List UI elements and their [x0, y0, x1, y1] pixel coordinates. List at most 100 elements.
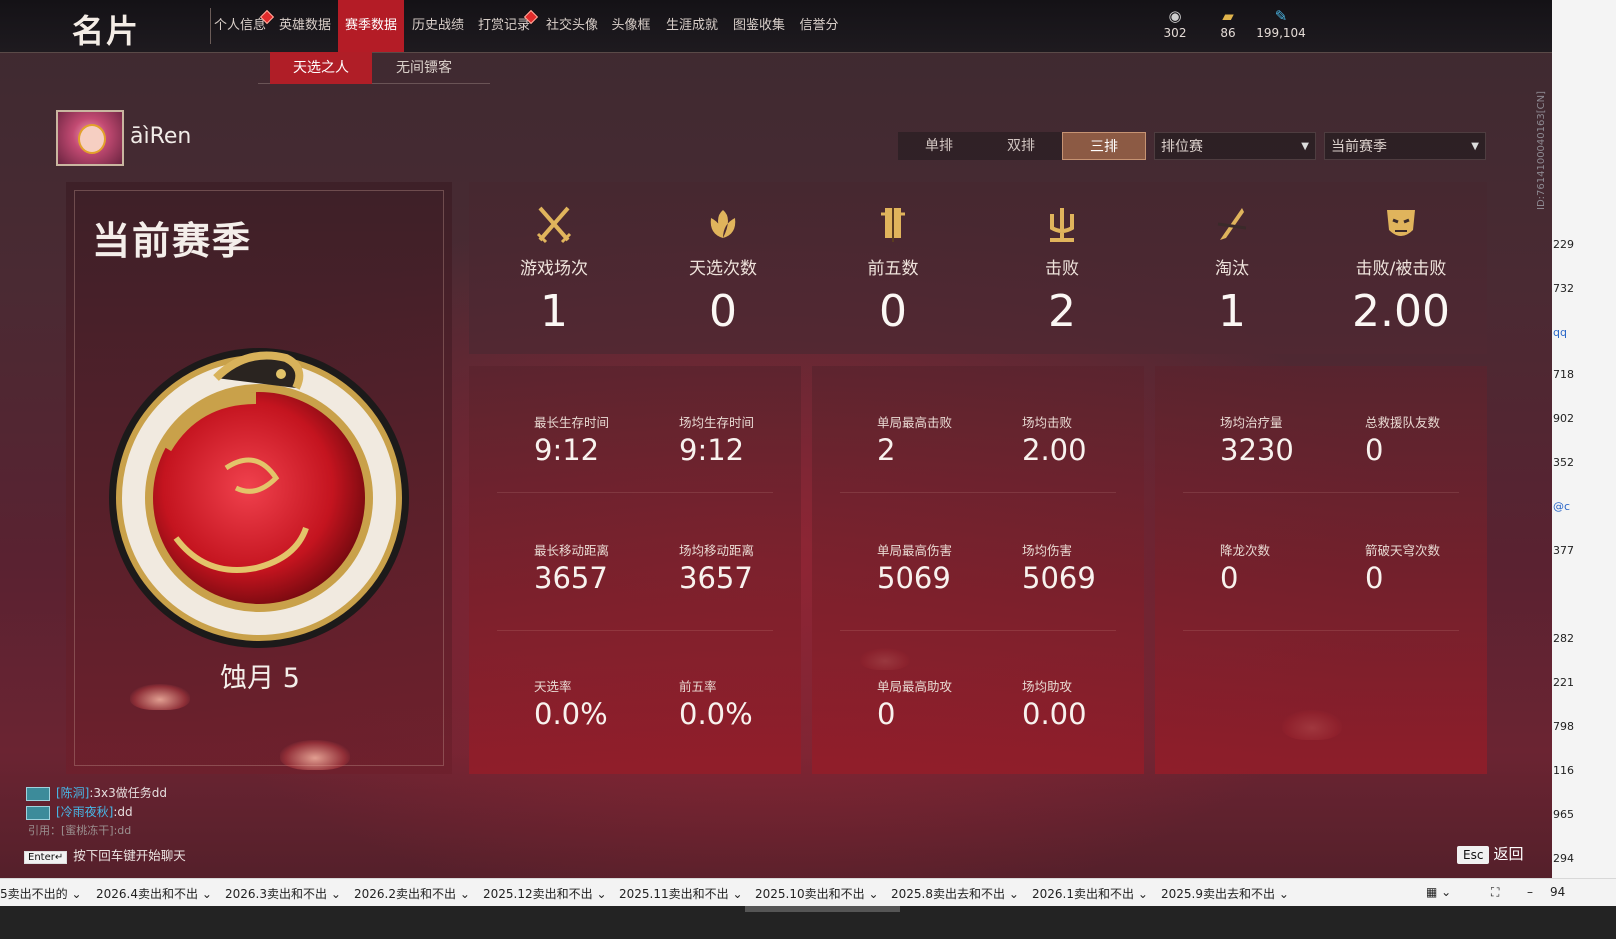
sheet-tab-label: 5卖出不出的	[0, 887, 68, 901]
horizontal-scrollbar[interactable]	[745, 906, 900, 912]
background-text: 229	[1553, 238, 1574, 251]
feather-icon: ✎	[1274, 7, 1288, 25]
chevron-down-icon: ⌄	[732, 887, 743, 901]
stat-value: 0	[879, 286, 907, 337]
detail-value: 2.00	[1022, 433, 1087, 467]
sheet-tab[interactable]: 2026.2卖出和不出 ⌄	[354, 885, 470, 902]
season-title: 当前赛季	[92, 219, 253, 263]
player-id-text: ID:7614100040163[CN]	[1536, 91, 1547, 210]
chat-text: :3x3做任务dd	[89, 786, 168, 800]
fullscreen-icon[interactable]: ⛶	[1491, 885, 1499, 900]
lotus-crest-icon	[710, 210, 736, 238]
chevron-down-icon: ⌄	[868, 887, 879, 901]
coin-icon: ◉	[1168, 7, 1182, 25]
chat-sender[interactable]: [陈洞]	[56, 786, 89, 800]
avatar[interactable]	[56, 110, 124, 166]
row-divider	[497, 492, 773, 493]
subtab-chosen-one[interactable]: 天选之人	[270, 52, 372, 84]
tab-label: 生涯成就	[665, 18, 718, 33]
sheet-tab[interactable]: 2026.3卖出和不出 ⌄	[225, 885, 341, 902]
sheet-tab[interactable]: 2025.11卖出和不出 ⌄	[619, 885, 743, 902]
background-text: 282	[1553, 632, 1574, 645]
stat-value: 2.00	[1352, 286, 1450, 337]
detail-cell: 场均治疗量 3230	[1220, 412, 1360, 467]
detail-label: 单局最高伤害	[877, 543, 953, 558]
chat-channel-icon	[26, 805, 50, 820]
lotus-decoration-icon	[130, 684, 190, 710]
detail-label: 场均击败	[1022, 415, 1073, 430]
tab-label: 赛季数据	[344, 18, 397, 33]
chat-sender[interactable]: [冷雨夜秋]	[56, 805, 113, 819]
sheet-tab[interactable]: 2025.12卖出和不出 ⌄	[483, 885, 607, 902]
stat-label: 击败	[1045, 259, 1079, 279]
sheet-tab[interactable]: 2026.4卖出和不出 ⌄	[96, 885, 212, 902]
tab-avatar-frame[interactable]: 头像框	[608, 0, 654, 52]
season-dropdown[interactable]: 当前赛季 ▼	[1324, 132, 1486, 160]
background-text: 965	[1553, 808, 1574, 821]
tab-reputation[interactable]: 信誉分	[795, 0, 843, 52]
stat-value: 0	[709, 286, 737, 337]
chevron-down-icon: ⌄	[71, 887, 82, 901]
page-title: 名片	[72, 12, 141, 50]
detail-cell: 降龙次数 0	[1220, 540, 1360, 595]
stat-label: 击败/被击败	[1355, 259, 1447, 279]
sheet-tab[interactable]: 2025.8卖出去和不出 ⌄	[891, 885, 1019, 902]
tab-label: 信誉分	[799, 18, 839, 33]
detail-cell: 场均击败 2.00	[1022, 412, 1162, 467]
sheet-tab[interactable]: 2025.9卖出去和不出 ⌄	[1161, 885, 1289, 902]
chevron-down-icon: ⌄	[330, 887, 341, 901]
background-window-edge	[1552, 0, 1616, 880]
esc-key-icon: Esc	[1457, 846, 1490, 864]
tab-label: 英雄数据	[278, 18, 331, 33]
tab-personal-info[interactable]: 个人信息	[212, 0, 275, 52]
tab-label: 个人信息	[213, 18, 266, 33]
grid-view-icon[interactable]: ▦ ⌄	[1426, 885, 1451, 899]
tab-career-achievements[interactable]: 生涯成就	[662, 0, 722, 52]
back-button[interactable]: Esc 返回	[1457, 843, 1523, 864]
mode-solo-button[interactable]: 单排	[898, 132, 980, 160]
chevron-down-icon: ▼	[1301, 141, 1309, 152]
detail-value: 0	[877, 697, 896, 731]
detail-value: 0.0%	[534, 697, 608, 731]
chat-input-hint[interactable]: Enter↵ 按下回车键开始聊天	[24, 845, 186, 864]
tab-match-history[interactable]: 历史战绩	[408, 0, 468, 52]
sheet-tab[interactable]: 2026.1卖出和不出 ⌄	[1032, 885, 1148, 902]
tab-hero-data[interactable]: 英雄数据	[274, 0, 336, 52]
sheet-tab[interactable]: 2025.10卖出和不出 ⌄	[755, 885, 879, 902]
trident-icon	[1050, 208, 1074, 242]
detail-cell: 总救援队友数 0	[1365, 412, 1505, 467]
background-text: qq	[1553, 326, 1567, 339]
currency-feather: ✎ 199,104	[1256, 6, 1306, 40]
sheet-tab-label: 2025.10卖出和不出	[755, 887, 865, 901]
chevron-down-icon: ⌄	[1008, 887, 1019, 901]
tab-collection[interactable]: 图鉴收集	[728, 0, 790, 52]
detail-value: 0	[1365, 433, 1384, 467]
title-divider	[210, 8, 211, 44]
background-text: 377	[1553, 544, 1574, 557]
currency-coin: ◉ 302	[1150, 6, 1200, 40]
rank-label: 蚀月 5	[220, 663, 300, 694]
detail-label: 降龙次数	[1220, 543, 1271, 558]
detail-label: 总救援队友数	[1365, 415, 1441, 430]
chat-message: [冷雨夜秋]:dd	[26, 803, 133, 820]
detail-value: 0	[1365, 561, 1384, 595]
sheet-tab[interactable]: 5卖出不出的 ⌄	[0, 885, 82, 902]
detail-cell: 最长生存时间 9:12	[534, 412, 674, 467]
tab-tip-records[interactable]: 打赏记录	[476, 0, 539, 52]
match-type-dropdown[interactable]: 排位赛 ▼	[1154, 132, 1316, 160]
sheet-tab-label: 2026.1卖出和不出	[1032, 887, 1134, 901]
tab-season-data[interactable]: 赛季数据	[338, 0, 404, 52]
currency-ticket: ▰ 86	[1203, 6, 1253, 40]
lotus-decoration-icon	[280, 740, 350, 770]
detail-label: 箭破天穹次数	[1365, 543, 1441, 558]
mode-trio-button[interactable]: 三排	[1062, 132, 1146, 160]
chevron-down-icon: ⌄	[201, 887, 212, 901]
subtab-escort[interactable]: 无间镖客	[372, 52, 476, 84]
background-text: @c	[1553, 500, 1571, 513]
background-text: 352	[1553, 456, 1574, 469]
tab-social-avatar[interactable]: 社交头像	[542, 0, 602, 52]
detail-label: 单局最高助攻	[877, 679, 953, 694]
zoom-out-icon[interactable]: –	[1527, 885, 1533, 899]
mode-duo-button[interactable]: 双排	[980, 132, 1062, 160]
stat-label: 淘汰	[1215, 259, 1249, 279]
